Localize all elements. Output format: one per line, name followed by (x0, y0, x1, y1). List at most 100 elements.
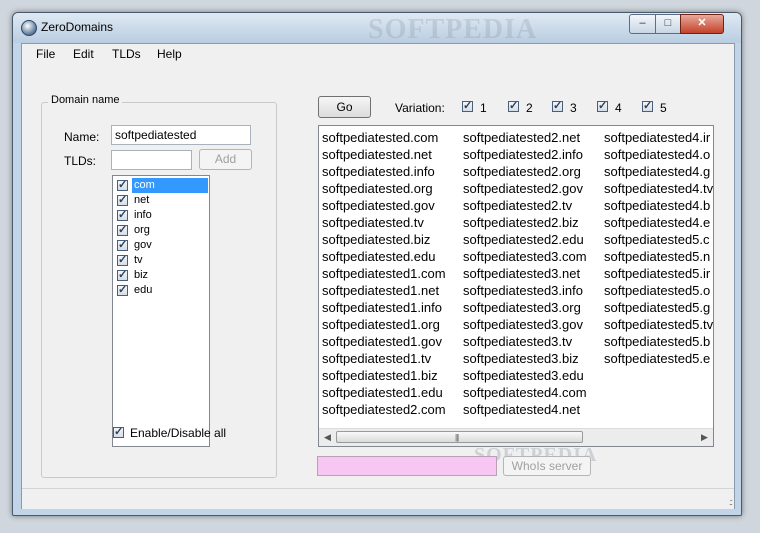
variation-checkbox-1[interactable] (462, 99, 473, 112)
list-item[interactable]: softpediatested1.net (322, 282, 446, 299)
tld-item-net[interactable]: net (114, 193, 208, 208)
variation-label-2: 2 (526, 101, 533, 115)
list-item[interactable]: softpediatested5.ir (604, 265, 713, 282)
tld-item-info[interactable]: info (114, 208, 208, 223)
name-input[interactable] (111, 125, 251, 145)
enable-all-checkbox[interactable] (113, 425, 124, 438)
list-item[interactable]: softpediatested1.biz (322, 367, 446, 384)
list-item[interactable]: softpediatested1.org (322, 316, 446, 333)
list-item[interactable]: softpediatested.net (322, 146, 446, 163)
variation-checkbox-5[interactable] (642, 99, 653, 112)
scroll-left-icon[interactable]: ◀ (319, 429, 336, 446)
list-item[interactable]: softpediatested2.net (463, 129, 587, 146)
list-item[interactable]: softpediatested2.biz (463, 214, 587, 231)
list-item[interactable]: softpediatested4.com (463, 384, 587, 401)
list-item[interactable]: softpediatested2.gov (463, 180, 587, 197)
menu-tlds[interactable]: TLDs (112, 47, 141, 61)
enable-all-label: Enable/Disable all (130, 426, 227, 440)
list-item[interactable]: softpediatested2.tv (463, 197, 587, 214)
list-item[interactable]: softpediatested4.net (463, 401, 587, 418)
list-item[interactable]: softpediatested2.info (463, 146, 587, 163)
results-column-1: softpediatested.com softpediatested.net … (322, 129, 446, 418)
tld-item-gov[interactable]: gov (114, 238, 208, 253)
app-globe-icon[interactable] (21, 20, 37, 36)
list-item[interactable]: softpediatested2.com (322, 401, 446, 418)
list-item[interactable]: softpediatested1.edu (322, 384, 446, 401)
list-item[interactable]: softpediatested3.tv (463, 333, 587, 350)
tld-checkbox[interactable] (117, 283, 128, 298)
tld-checkbox[interactable] (117, 208, 128, 223)
tld-item-edu[interactable]: edu (114, 283, 208, 298)
results-list[interactable]: softpediatested.com softpediatested.net … (318, 125, 714, 447)
resize-grip-icon[interactable]: .::: (729, 497, 733, 507)
list-item[interactable]: softpediatested.gov (322, 197, 446, 214)
variation-checkbox-2[interactable] (508, 99, 519, 112)
list-item[interactable]: softpediatested.biz (322, 231, 446, 248)
list-item[interactable]: softpediatested1.tv (322, 350, 446, 367)
variation-label-3: 3 (570, 101, 577, 115)
tld-checkbox[interactable] (117, 223, 128, 238)
list-item[interactable]: softpediatested3.org (463, 299, 587, 316)
list-item[interactable]: softpediatested.tv (322, 214, 446, 231)
variation-label: Variation: (395, 101, 445, 115)
list-item[interactable]: softpediatested2.edu (463, 231, 587, 248)
variation-checkbox-4[interactable] (597, 99, 608, 112)
list-item[interactable]: softpediatested1.gov (322, 333, 446, 350)
list-item[interactable]: softpediatested5.n (604, 248, 713, 265)
tlds-input[interactable] (111, 150, 192, 170)
list-item[interactable]: softpediatested3.com (463, 248, 587, 265)
list-item[interactable]: softpediatested4.b (604, 197, 713, 214)
list-item[interactable]: softpediatested.com (322, 129, 446, 146)
tld-item-com[interactable]: com (114, 178, 208, 193)
list-item[interactable]: softpediatested4.ir (604, 129, 713, 146)
title-bar[interactable]: ZeroDomains SOFTPEDIA – □ ✕ (13, 13, 741, 45)
window-title: ZeroDomains (41, 20, 114, 34)
list-item[interactable]: softpediatested.edu (322, 248, 446, 265)
grip-icon: ||| (455, 433, 459, 442)
tld-checklist[interactable]: com net info org gov tv biz edu (112, 175, 210, 447)
list-item[interactable]: softpediatested5.e (604, 350, 713, 367)
list-item[interactable]: softpediatested5.g (604, 299, 713, 316)
menu-help[interactable]: Help (157, 47, 182, 61)
scroll-thumb[interactable]: ||| (336, 431, 583, 443)
results-column-3: softpediatested4.ir softpediatested4.o s… (604, 129, 713, 367)
tld-item-org[interactable]: org (114, 223, 208, 238)
list-item[interactable]: softpediatested4.e (604, 214, 713, 231)
list-item[interactable]: softpediatested.org (322, 180, 446, 197)
list-item[interactable]: softpediatested4.g (604, 163, 713, 180)
add-button[interactable]: Add (199, 149, 252, 170)
variation-checkbox-3[interactable] (552, 99, 563, 112)
tld-checkbox[interactable] (117, 253, 128, 268)
tld-checkbox[interactable] (117, 268, 128, 283)
menu-edit[interactable]: Edit (73, 47, 94, 61)
menu-file[interactable]: File (36, 47, 55, 61)
close-button[interactable]: ✕ (680, 14, 724, 34)
minimize-button[interactable]: – (629, 14, 656, 34)
list-item[interactable]: softpediatested3.biz (463, 350, 587, 367)
domain-name-group-label: Domain name (48, 94, 123, 106)
tld-checkbox[interactable] (117, 193, 128, 208)
list-item[interactable]: softpediatested4.tv (604, 180, 713, 197)
list-item[interactable]: softpediatested3.edu (463, 367, 587, 384)
list-item[interactable]: softpediatested3.info (463, 282, 587, 299)
maximize-button[interactable]: □ (655, 14, 681, 34)
list-item[interactable]: softpediatested1.com (322, 265, 446, 282)
list-item[interactable]: softpediatested5.tv (604, 316, 713, 333)
list-item[interactable]: softpediatested.info (322, 163, 446, 180)
list-item[interactable]: softpediatested3.gov (463, 316, 587, 333)
list-item[interactable]: softpediatested1.info (322, 299, 446, 316)
list-item[interactable]: softpediatested4.o (604, 146, 713, 163)
tld-checkbox[interactable] (117, 178, 128, 193)
go-button[interactable]: Go (318, 96, 371, 118)
list-item[interactable]: softpediatested5.o (604, 282, 713, 299)
tld-item-tv[interactable]: tv (114, 253, 208, 268)
tld-item-biz[interactable]: biz (114, 268, 208, 283)
name-label: Name: (64, 130, 100, 144)
tld-checkbox[interactable] (117, 238, 128, 253)
scroll-right-icon[interactable]: ▶ (696, 429, 713, 446)
list-item[interactable]: softpediatested5.c (604, 231, 713, 248)
list-item[interactable]: softpediatested5.b (604, 333, 713, 350)
list-item[interactable]: softpediatested2.org (463, 163, 587, 180)
whois-server-button[interactable]: WhoIs server (503, 456, 591, 476)
list-item[interactable]: softpediatested3.net (463, 265, 587, 282)
